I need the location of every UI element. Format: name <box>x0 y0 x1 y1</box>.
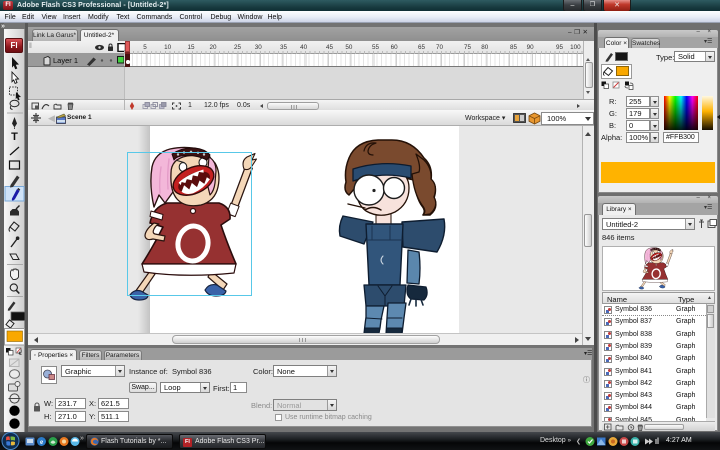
svg-text:T: T <box>11 131 18 143</box>
svg-text:e: e <box>40 438 43 446</box>
